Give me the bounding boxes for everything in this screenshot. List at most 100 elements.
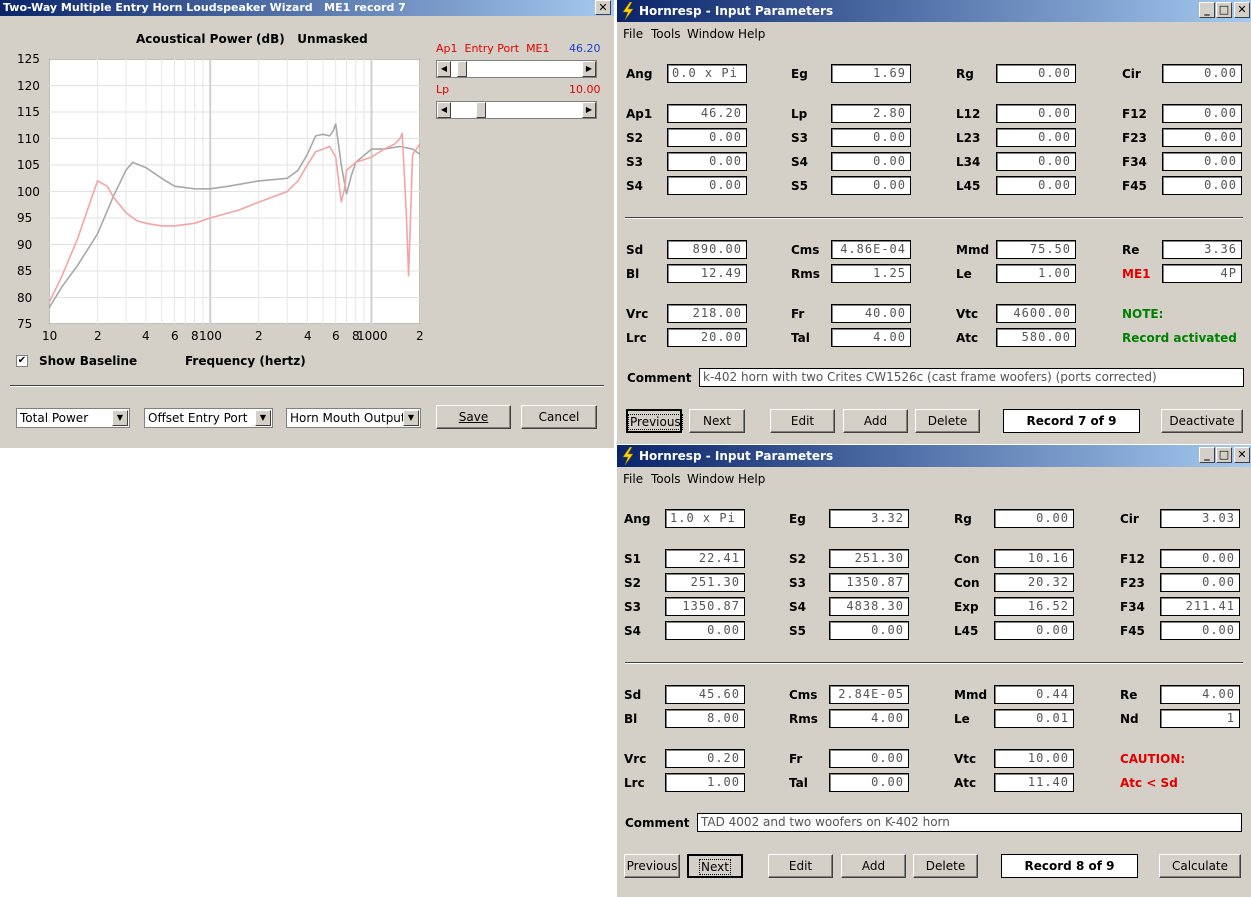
param-field-l34[interactable]: 0.00 — [996, 152, 1076, 171]
param-field-l45[interactable]: 0.00 — [994, 621, 1074, 640]
param-field-fr[interactable]: 40.00 — [831, 304, 911, 323]
param-field-rg[interactable]: 0.00 — [996, 64, 1076, 83]
chevron-down-icon[interactable]: ▼ — [403, 410, 419, 426]
menu-file[interactable]: File — [623, 472, 643, 486]
param-field-f45[interactable]: 0.00 — [1162, 176, 1242, 195]
param-field-me1[interactable]: 4P — [1162, 264, 1242, 283]
param-field-vrc[interactable]: 0.20 — [665, 749, 745, 768]
param-field-s4[interactable]: 4838.30 — [829, 597, 909, 616]
menu-window[interactable]: Window — [687, 472, 734, 486]
param-field-tal[interactable]: 0.00 — [829, 773, 909, 792]
param-field-s3[interactable]: 0.00 — [667, 152, 747, 171]
param-field-l12[interactable]: 0.00 — [996, 104, 1076, 123]
param-field-bl[interactable]: 8.00 — [665, 709, 745, 728]
button-previous[interactable]: Previous — [624, 854, 680, 878]
param-field-s5[interactable]: 0.00 — [831, 176, 911, 195]
slider-left-arrow[interactable]: ◀ — [437, 61, 451, 77]
slider-right-arrow[interactable]: ▶ — [582, 102, 596, 118]
slider-left-arrow[interactable]: ◀ — [437, 102, 451, 118]
param-field-lrc[interactable]: 20.00 — [667, 328, 747, 347]
comment-field[interactable]: TAD 4002 and two woofers on K-402 horn — [697, 813, 1242, 832]
output-select[interactable]: Horn Mouth Output ▼ — [286, 408, 421, 428]
param-field-mmd[interactable]: 0.44 — [994, 685, 1074, 704]
param-field-f12[interactable]: 0.00 — [1162, 104, 1242, 123]
param-field-cir[interactable]: 0.00 — [1162, 64, 1242, 83]
param-field-f23[interactable]: 0.00 — [1162, 128, 1242, 147]
param-field-le[interactable]: 0.01 — [994, 709, 1074, 728]
param-field-cir[interactable]: 3.03 — [1160, 509, 1240, 528]
param-field-s4[interactable]: 0.00 — [667, 176, 747, 195]
param-field-bl[interactable]: 12.49 — [667, 264, 747, 283]
param-field-s3[interactable]: 1350.87 — [829, 573, 909, 592]
param-field-tal[interactable]: 4.00 — [831, 328, 911, 347]
param-field-atc[interactable]: 11.40 — [994, 773, 1074, 792]
button-delete[interactable]: Delete — [915, 409, 980, 433]
param-field-re[interactable]: 3.36 — [1162, 240, 1242, 259]
param-field-s3[interactable]: 0.00 — [831, 128, 911, 147]
param-field-cms[interactable]: 4.86E-04 — [831, 240, 911, 259]
param-field-s2[interactable]: 251.30 — [829, 549, 909, 568]
param-field-lrc[interactable]: 1.00 — [665, 773, 745, 792]
param-field-eg[interactable]: 1.69 — [831, 64, 911, 83]
param-field-vtc[interactable]: 10.00 — [994, 749, 1074, 768]
param-field-ang[interactable]: 0.0 x Pi — [667, 64, 747, 83]
button-edit[interactable]: Edit — [768, 854, 833, 878]
param-field-sd[interactable]: 890.00 — [667, 240, 747, 259]
param-field-s1[interactable]: 22.41 — [665, 549, 745, 568]
button-calculate[interactable]: Calculate — [1159, 854, 1241, 878]
button-previous[interactable]: Previous — [626, 409, 683, 433]
param-field-lp[interactable]: 2.80 — [831, 104, 911, 123]
button-add[interactable]: Add — [841, 854, 906, 878]
param-field-rms[interactable]: 1.25 — [831, 264, 911, 283]
minimize-button[interactable]: _ — [1199, 2, 1215, 18]
ap1-slider[interactable]: ◀ ▶ — [436, 60, 597, 78]
param-field-f45[interactable]: 0.00 — [1160, 621, 1240, 640]
save-button[interactable]: Save — [436, 405, 511, 429]
menu-file[interactable]: File — [623, 27, 643, 41]
param-field-eg[interactable]: 3.32 — [829, 509, 909, 528]
show-baseline-checkbox[interactable]: ✔ — [16, 355, 28, 367]
button-next[interactable]: Next — [689, 409, 745, 433]
close-button[interactable]: ✕ — [1234, 447, 1250, 463]
param-field-vrc[interactable]: 218.00 — [667, 304, 747, 323]
wizard-titlebar[interactable]: Two-Way Multiple Entry Horn Loudspeaker … — [0, 0, 614, 16]
button-edit[interactable]: Edit — [770, 409, 835, 433]
maximize-button[interactable]: □ — [1216, 447, 1232, 463]
param-field-f34[interactable]: 211.41 — [1160, 597, 1240, 616]
param-field-f12[interactable]: 0.00 — [1160, 549, 1240, 568]
button-deactivate[interactable]: Deactivate — [1161, 409, 1243, 433]
entry-port-select[interactable]: Offset Entry Port ▼ — [144, 408, 273, 428]
param-field-ang[interactable]: 1.0 x Pi — [665, 509, 745, 528]
slider-right-arrow[interactable]: ▶ — [582, 61, 596, 77]
param-field-cms[interactable]: 2.84E-05 — [829, 685, 909, 704]
param-field-s2[interactable]: 0.00 — [667, 128, 747, 147]
param-field-atc[interactable]: 580.00 — [996, 328, 1076, 347]
param-field-exp[interactable]: 16.52 — [994, 597, 1074, 616]
param-field-s4[interactable]: 0.00 — [831, 152, 911, 171]
menu-tools[interactable]: Tools — [651, 27, 681, 41]
chevron-down-icon[interactable]: ▼ — [112, 410, 128, 426]
comment-field[interactable]: k-402 horn with two Crites CW1526c (cast… — [699, 368, 1244, 387]
param-field-s3[interactable]: 1350.87 — [665, 597, 745, 616]
param-field-s2[interactable]: 251.30 — [665, 573, 745, 592]
close-button[interactable]: ✕ — [1234, 2, 1250, 18]
param-field-l45[interactable]: 0.00 — [996, 176, 1076, 195]
param-field-rg[interactable]: 0.00 — [994, 509, 1074, 528]
param-field-s5[interactable]: 0.00 — [829, 621, 909, 640]
button-delete[interactable]: Delete — [913, 854, 978, 878]
param-field-con[interactable]: 10.16 — [994, 549, 1074, 568]
param-field-con[interactable]: 20.32 — [994, 573, 1074, 592]
hornresp-titlebar[interactable]: Hornresp - Input Parameters — [617, 445, 1251, 467]
hornresp-titlebar[interactable]: Hornresp - Input Parameters — [617, 0, 1251, 22]
param-field-mmd[interactable]: 75.50 — [996, 240, 1076, 259]
menu-window[interactable]: Window — [687, 27, 734, 41]
lp-slider[interactable]: ◀ ▶ — [436, 101, 597, 119]
minimize-button[interactable]: _ — [1199, 447, 1215, 463]
param-field-rms[interactable]: 4.00 — [829, 709, 909, 728]
param-field-vtc[interactable]: 4600.00 — [996, 304, 1076, 323]
menu-help[interactable]: Help — [738, 27, 765, 41]
param-field-ap1[interactable]: 46.20 — [667, 104, 747, 123]
param-field-s4[interactable]: 0.00 — [665, 621, 745, 640]
menu-tools[interactable]: Tools — [651, 472, 681, 486]
param-field-f23[interactable]: 0.00 — [1160, 573, 1240, 592]
